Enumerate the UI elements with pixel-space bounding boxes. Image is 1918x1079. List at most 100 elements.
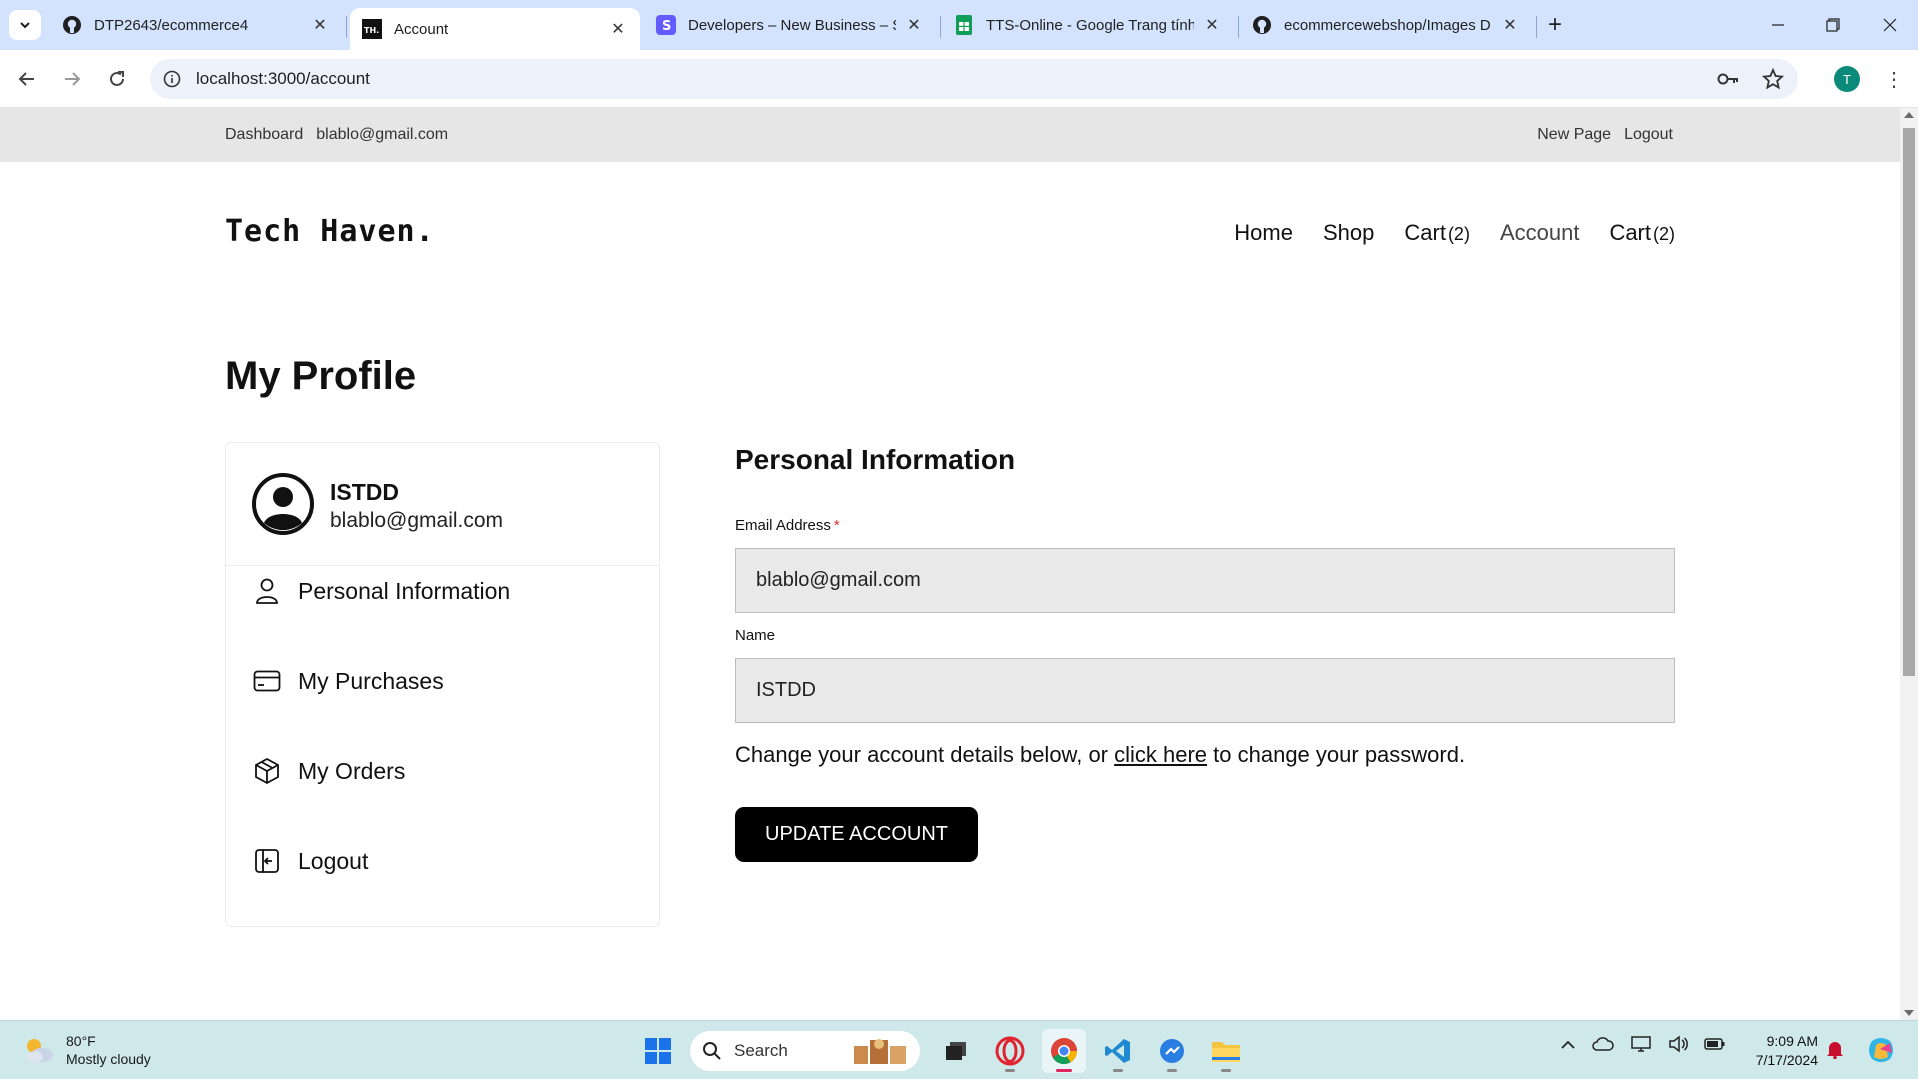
close-icon[interactable]: ✕: [1202, 15, 1222, 35]
forward-button[interactable]: [55, 62, 89, 96]
file-explorer-icon[interactable]: [1204, 1029, 1248, 1073]
running-indicator: [1005, 1069, 1015, 1072]
tab-title: Developers – New Business – St: [688, 16, 896, 34]
onedrive-cloud-icon[interactable]: [1592, 1036, 1614, 1057]
running-indicator: [1056, 1069, 1072, 1072]
taskbar-clock[interactable]: 9:09 AM 7/17/2024: [1738, 1032, 1818, 1070]
clock-date: 7/17/2024: [1755, 1052, 1818, 1068]
chevron-up-icon[interactable]: [1560, 1038, 1576, 1056]
email-label-text: Email Address: [735, 517, 831, 534]
update-account-button[interactable]: UPDATE ACCOUNT: [735, 807, 978, 862]
close-icon[interactable]: ✕: [904, 15, 924, 35]
profile-avatar[interactable]: T: [1834, 66, 1860, 92]
browser-tab[interactable]: DTP2643/ecommerce4 ✕: [50, 8, 342, 42]
copilot-icon[interactable]: [1866, 1035, 1896, 1070]
more-menu-icon[interactable]: ⋮: [1884, 64, 1904, 94]
network-icon[interactable]: [1630, 1035, 1652, 1058]
tab-search-button[interactable]: [9, 10, 41, 40]
browser-tab[interactable]: TTS-Online - Google Trang tính ✕: [942, 8, 1234, 42]
user-name: ISTDD: [330, 479, 399, 505]
sidebar-item-label: My Orders: [298, 757, 406, 784]
restore-icon[interactable]: [1810, 8, 1856, 42]
browser-tab-active[interactable]: TH. Account ✕: [350, 8, 640, 50]
address-bar[interactable]: localhost:3000/account: [150, 59, 1798, 99]
cart-count: (2): [1653, 224, 1675, 244]
battery-icon[interactable]: [1704, 1036, 1726, 1057]
cloud-sun-icon: [27, 1039, 53, 1063]
help-text-after: to change your password.: [1207, 742, 1466, 767]
minimize-icon[interactable]: [1755, 8, 1801, 42]
sidebar-item-logout[interactable]: Logout: [252, 846, 368, 876]
nav-account[interactable]: Account: [1500, 220, 1580, 246]
sidebar-item-label: Personal Information: [298, 577, 511, 604]
task-view-icon[interactable]: [934, 1029, 978, 1073]
name-field[interactable]: [735, 658, 1675, 723]
close-window-icon[interactable]: [1867, 8, 1913, 42]
tab-separator: [1238, 16, 1239, 38]
browser-tab[interactable]: S Developers – New Business – St ✕: [644, 8, 936, 42]
tab-title: TTS-Online - Google Trang tính: [986, 16, 1194, 34]
weather-widget[interactable]: 80°F Mostly cloudy: [22, 1032, 151, 1068]
tab-title: Account: [394, 20, 449, 38]
nav-label: Home: [1234, 220, 1293, 245]
browser-tab[interactable]: ecommercewebshop/Images D ✕: [1240, 8, 1532, 42]
site-info-icon[interactable]: [152, 59, 192, 99]
scroll-up-icon[interactable]: [1904, 112, 1914, 118]
close-icon[interactable]: ✕: [608, 19, 628, 39]
nav-cart[interactable]: Cart (2): [1609, 220, 1675, 246]
url-text[interactable]: localhost:3000/account: [196, 69, 370, 89]
utility-bar: Dashboard blablo@gmail.com New Page Logo…: [0, 108, 1900, 162]
start-button[interactable]: [636, 1029, 680, 1073]
email-field[interactable]: [735, 548, 1675, 613]
topbar-logout-link[interactable]: Logout: [1624, 126, 1673, 144]
browser-toolbar: localhost:3000/account T ⋮: [0, 50, 1918, 108]
arrow-right-icon: [65, 72, 81, 86]
user-avatar-icon: [252, 473, 314, 535]
windows-logo-icon: [645, 1038, 671, 1064]
star-icon[interactable]: [1761, 67, 1785, 95]
chat-app-icon[interactable]: [1150, 1029, 1194, 1073]
dashboard-link[interactable]: Dashboard: [225, 126, 303, 144]
arrow-left-icon: [18, 72, 34, 86]
close-icon[interactable]: ✕: [310, 15, 330, 35]
sidebar-item-my-orders[interactable]: My Orders: [252, 756, 405, 786]
nav-label: Cart: [1609, 220, 1651, 245]
nav-home[interactable]: Home: [1234, 220, 1293, 246]
site-logo[interactable]: Tech Haven.: [225, 214, 435, 249]
user-email-link[interactable]: blablo@gmail.com: [316, 126, 448, 144]
account-sidebar: ISTDD blablo@gmail.com Personal Informat…: [225, 442, 660, 927]
chrome-icon[interactable]: [1042, 1029, 1086, 1073]
required-mark: *: [833, 517, 840, 534]
tab-title: ecommercewebshop/Images D: [1284, 16, 1491, 34]
github-icon: [1252, 15, 1272, 35]
close-icon[interactable]: ✕: [1500, 15, 1520, 35]
running-indicator: [1113, 1069, 1123, 1072]
sheets-icon: [954, 15, 974, 35]
sidebar-item-my-purchases[interactable]: My Purchases: [252, 666, 444, 696]
volume-icon[interactable]: [1668, 1035, 1688, 1058]
scrollbar-thumb[interactable]: [1903, 128, 1915, 676]
nav-cart[interactable]: Cart (2): [1404, 220, 1470, 246]
site-header: Tech Haven. Home Shop Cart (2) Account Ca…: [225, 208, 1675, 258]
key-icon[interactable]: [1716, 68, 1740, 95]
change-password-link[interactable]: click here: [1114, 742, 1207, 767]
scroll-down-icon[interactable]: [1904, 1010, 1914, 1016]
new-page-link[interactable]: New Page: [1537, 126, 1611, 144]
reload-button[interactable]: [100, 62, 134, 96]
sidebar-item-personal-information[interactable]: Personal Information: [252, 576, 510, 606]
search-icon: [703, 1042, 721, 1060]
tab-separator: [1536, 16, 1537, 38]
taskbar-search[interactable]: Search: [690, 1031, 920, 1071]
user-card: ISTDD blablo@gmail.com: [226, 443, 659, 566]
help-text: Change your account details below, or cl…: [735, 742, 1465, 768]
notification-bell-icon[interactable]: [1826, 1039, 1844, 1064]
back-button[interactable]: [10, 62, 44, 96]
nav-shop[interactable]: Shop: [1323, 220, 1374, 246]
vscode-icon[interactable]: [1096, 1029, 1140, 1073]
page-scrollbar[interactable]: [1900, 108, 1918, 1020]
name-label: Name: [735, 627, 776, 644]
opera-icon[interactable]: [988, 1029, 1032, 1073]
github-icon: [62, 15, 82, 35]
new-tab-plus-icon[interactable]: +: [1541, 11, 1569, 39]
tab-separator: [346, 16, 347, 38]
